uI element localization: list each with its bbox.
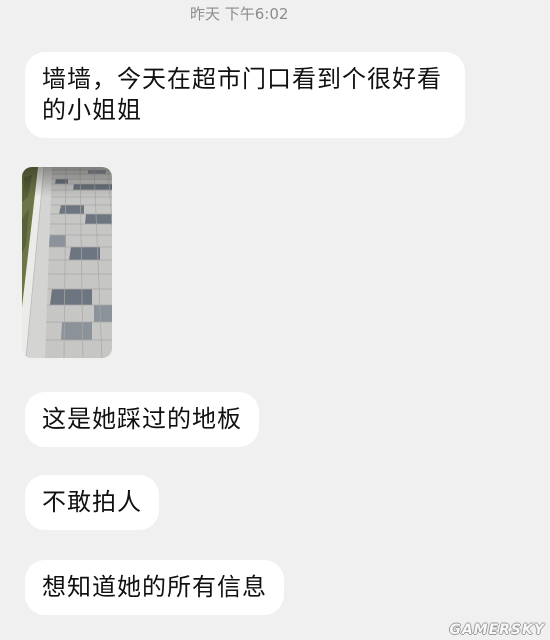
paver-tile: [94, 305, 112, 322]
message-bubble[interactable]: 想知道她的所有信息: [25, 560, 284, 615]
paver-tile: [69, 247, 100, 260]
message-text: 墙墙，今天在超市门口看到个很好看的小姐姐: [42, 65, 442, 124]
photo-image: [22, 167, 112, 358]
paver-tile: [85, 214, 112, 224]
message-bubble[interactable]: 墙墙，今天在超市门口看到个很好看的小姐姐: [25, 52, 465, 138]
sidewalk-photo-message[interactable]: [22, 167, 112, 358]
paver-tile: [48, 235, 66, 247]
message-text: 不敢拍人: [42, 488, 142, 516]
message-bubble[interactable]: 不敢拍人: [25, 475, 159, 530]
paver-tile: [59, 205, 84, 214]
message-timestamp: 昨天 下午6:02: [190, 5, 289, 23]
top-shade: [22, 167, 112, 197]
paver-tile: [61, 322, 92, 340]
message-bubble[interactable]: 这是她踩过的地板: [25, 392, 259, 447]
watermark: GAMERSKY: [449, 622, 545, 638]
message-text: 这是她踩过的地板: [42, 405, 242, 433]
chat-area: 昨天 下午6:02 墙墙，今天在超市门口看到个很好看的小姐姐 这是她踩过的地板 …: [0, 0, 550, 640]
message-text: 想知道她的所有信息: [42, 573, 267, 601]
paver-tile: [50, 289, 92, 305]
